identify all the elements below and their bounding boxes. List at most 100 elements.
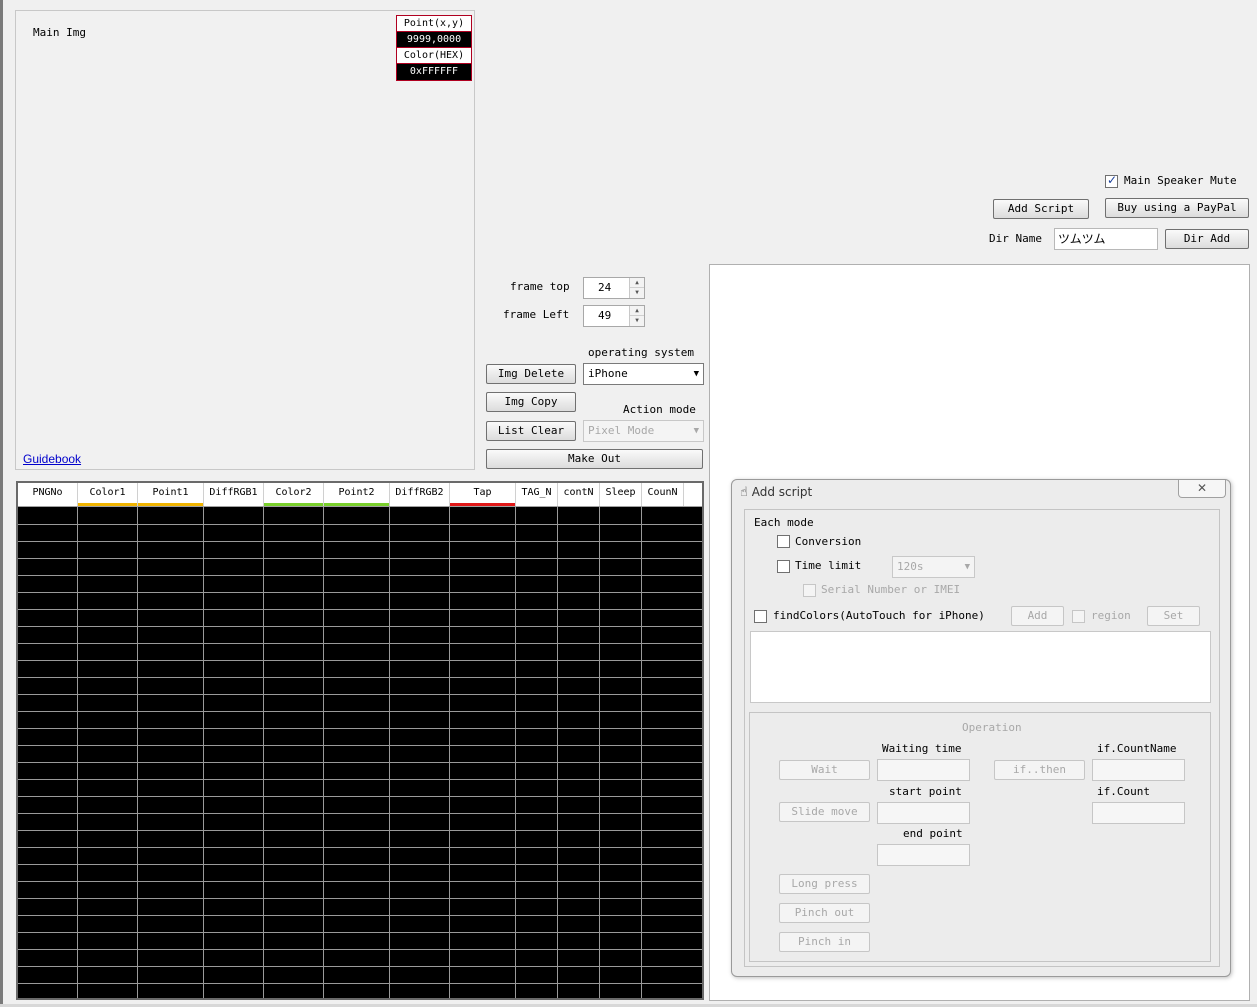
conversion-checkbox[interactable]: [777, 535, 790, 548]
grid-column-header[interactable]: Point1: [138, 483, 204, 506]
frame-left-label: frame Left: [503, 308, 570, 321]
grid-row-divider: [18, 762, 702, 763]
grid-column-header[interactable]: DiffRGB2: [390, 483, 450, 506]
grid-row-divider: [18, 779, 702, 780]
column-accent-bar: [450, 503, 515, 506]
grid-column-header[interactable]: Tap: [450, 483, 516, 506]
operation-label: Operation: [962, 721, 1022, 734]
spin-up-icon[interactable]: ▲: [630, 278, 644, 288]
guidebook-link[interactable]: Guidebook: [23, 452, 81, 466]
if-count-input[interactable]: [1092, 802, 1185, 824]
operation-group: Operation Waiting time if.CountName Wait…: [749, 712, 1211, 962]
grid-row-divider: [18, 524, 702, 525]
spin-down-icon[interactable]: ▼: [630, 288, 644, 298]
pinch-in-button[interactable]: Pinch in: [779, 932, 870, 952]
region-label: region: [1091, 609, 1131, 622]
dialog-body: Each mode Conversion Time limit 120s ▼ S…: [744, 509, 1220, 967]
img-delete-button[interactable]: Img Delete: [486, 364, 576, 384]
region-checkbox[interactable]: [1072, 610, 1085, 623]
grid-column-header[interactable]: CounN: [642, 483, 684, 506]
pinch-out-button[interactable]: Pinch out: [779, 903, 870, 923]
if-count-name-input[interactable]: [1092, 759, 1185, 781]
action-mode-select[interactable]: Pixel Mode ▼: [583, 420, 704, 442]
grid-column-divider: [557, 507, 558, 998]
grid-row-divider: [18, 694, 702, 695]
img-copy-button[interactable]: Img Copy: [486, 392, 576, 412]
dropdown-arrow-icon: ▼: [693, 369, 699, 379]
time-limit-select[interactable]: 120s ▼: [892, 556, 975, 578]
grid-column-label: contN: [563, 487, 594, 498]
grid-row-divider: [18, 575, 702, 576]
long-press-button[interactable]: Long press: [779, 874, 870, 894]
os-label: operating system: [588, 346, 694, 359]
add-script-dialog: ☝ Add script ✕ Each mode Conversion Time…: [731, 479, 1231, 977]
main-image-panel[interactable]: Main Img Point(x,y) 9999,0000 Color(HEX)…: [15, 10, 475, 470]
if-then-button[interactable]: if..then: [994, 760, 1085, 780]
time-limit-checkbox[interactable]: [777, 560, 790, 573]
data-grid[interactable]: PNGNo Color1 Point1 DiffRGB1 Color2 Point2 Dif…: [16, 481, 704, 1000]
spin-down-icon[interactable]: ▼: [630, 316, 644, 326]
grid-row-divider: [18, 660, 702, 661]
list-clear-button[interactable]: List Clear: [486, 421, 576, 441]
os-select-value: iPhone: [588, 367, 628, 380]
grid-row-divider: [18, 541, 702, 542]
close-icon[interactable]: ✕: [1178, 480, 1226, 498]
grid-column-divider: [263, 507, 264, 998]
grid-row-divider: [18, 898, 702, 899]
grid-column-label: CounN: [647, 487, 678, 498]
conversion-label: Conversion: [795, 535, 862, 548]
grid-row-divider: [18, 677, 702, 678]
wait-button[interactable]: Wait: [779, 760, 870, 780]
column-accent-bar: [264, 503, 323, 506]
waiting-time-input[interactable]: [877, 759, 970, 781]
grid-row-divider: [18, 796, 702, 797]
grid-column-label: Point1: [152, 487, 189, 498]
frame-left-stepper[interactable]: 49 ▲ ▼: [583, 305, 645, 327]
find-colors-add-button[interactable]: Add: [1011, 606, 1064, 626]
pixel-info-box: Point(x,y) 9999,0000 Color(HEX) 0xFFFFFF: [396, 15, 472, 81]
serial-label: Serial Number or IMEI: [821, 583, 961, 596]
hand-pointer-icon: ☝: [740, 485, 748, 500]
dir-name-input[interactable]: ツムツム: [1054, 228, 1158, 250]
slide-move-button[interactable]: Slide move: [779, 802, 870, 822]
grid-column-label: Point2: [338, 487, 375, 498]
grid-column-header[interactable]: Color1: [78, 483, 138, 506]
serial-checkbox[interactable]: [803, 584, 816, 597]
grid-row-divider: [18, 626, 702, 627]
grid-column-header[interactable]: Color2: [264, 483, 324, 506]
grid-column-label: TAG_N: [521, 487, 552, 498]
grid-row-divider: [18, 847, 702, 848]
main-speaker-mute-checkbox[interactable]: [1105, 173, 1118, 188]
find-colors-label: findColors(AutoTouch for iPhone): [773, 609, 985, 622]
grid-column-divider: [641, 507, 642, 998]
grid-row-divider: [18, 813, 702, 814]
dir-name-label: Dir Name: [989, 232, 1042, 245]
grid-column-header[interactable]: Sleep: [600, 483, 642, 506]
grid-column-header[interactable]: DiffRGB1: [204, 483, 264, 506]
paypal-button[interactable]: Buy using a PayPal: [1105, 198, 1249, 218]
start-point-input[interactable]: [877, 802, 970, 824]
grid-column-header[interactable]: Point2: [324, 483, 390, 506]
frame-top-stepper[interactable]: 24 ▲ ▼: [583, 277, 645, 299]
grid-column-header[interactable]: TAG_N: [516, 483, 558, 506]
if-count-name-label: if.CountName: [1097, 742, 1177, 755]
dir-add-button[interactable]: Dir Add: [1165, 229, 1249, 249]
grid-column-header[interactable]: contN: [558, 483, 600, 506]
find-colors-list[interactable]: [750, 631, 1211, 703]
os-select[interactable]: iPhone ▼: [583, 363, 704, 385]
grid-column-header[interactable]: PNGNo: [18, 483, 78, 506]
add-script-button[interactable]: Add Script: [993, 199, 1089, 219]
end-point-label: end point: [903, 827, 963, 840]
end-point-input[interactable]: [877, 844, 970, 866]
find-colors-checkbox[interactable]: [754, 610, 767, 623]
window-edge: [0, 0, 3, 1007]
spin-up-icon[interactable]: ▲: [630, 306, 644, 316]
make-out-button[interactable]: Make Out: [486, 449, 703, 469]
action-mode-label: Action mode: [623, 403, 696, 416]
set-button[interactable]: Set: [1147, 606, 1200, 626]
grid-column-label: PNGNo: [32, 487, 63, 498]
grid-column-divider: [323, 507, 324, 998]
grid-column-divider: [389, 507, 390, 998]
grid-row-divider: [18, 932, 702, 933]
grid-body[interactable]: [18, 507, 702, 998]
